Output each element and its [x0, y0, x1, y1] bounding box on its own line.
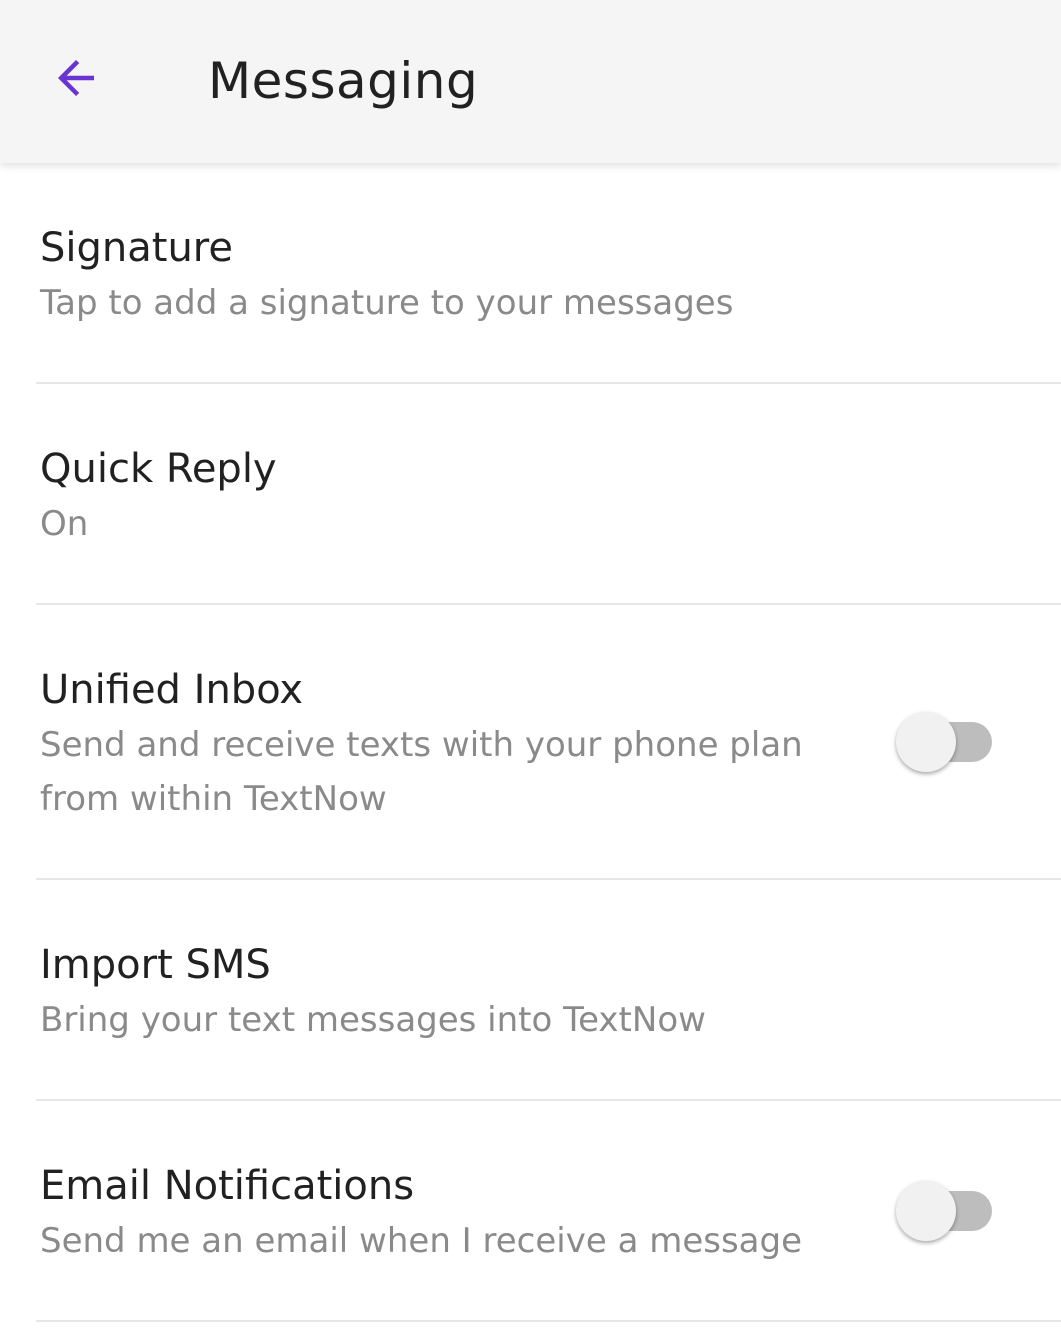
- setting-subtitle: Tap to add a signature to your messages: [40, 283, 734, 323]
- setting-subtitle: Send me an email when I receive a messag…: [40, 1221, 803, 1261]
- setting-title: Unified Inbox: [40, 667, 304, 713]
- setting-title: Quick Reply: [40, 446, 277, 492]
- page-title: Messaging: [208, 52, 479, 110]
- setting-title: Import SMS: [40, 942, 271, 988]
- setting-import-sms[interactable]: Import SMS Bring your text messages into…: [0, 880, 1061, 1101]
- settings-list: Signature Tap to add a signature to your…: [0, 163, 1061, 1322]
- back-button[interactable]: [34, 38, 118, 122]
- setting-subtitle: On: [40, 504, 89, 544]
- setting-subtitle: Bring your text messages into TextNow: [40, 1000, 706, 1040]
- setting-unified-inbox[interactable]: Unified Inbox Send and receive texts wit…: [0, 605, 1061, 880]
- unified-inbox-toggle[interactable]: [892, 708, 996, 776]
- app-bar: Messaging: [0, 0, 1061, 163]
- setting-subtitle: Send and receive texts with your phone p…: [40, 725, 803, 819]
- setting-signature[interactable]: Signature Tap to add a signature to your…: [0, 163, 1061, 384]
- email-notifications-toggle[interactable]: [892, 1177, 996, 1245]
- setting-email-notifications[interactable]: Email Notifications Send me an email whe…: [0, 1101, 1061, 1322]
- setting-title: Email Notifications: [40, 1163, 415, 1209]
- setting-title: Signature: [40, 225, 233, 271]
- setting-quick-reply[interactable]: Quick Reply On: [0, 384, 1061, 605]
- divider: [36, 1320, 1061, 1322]
- arrow-left-icon: [49, 51, 103, 109]
- toggle-knob: [896, 712, 956, 772]
- toggle-knob: [896, 1181, 956, 1241]
